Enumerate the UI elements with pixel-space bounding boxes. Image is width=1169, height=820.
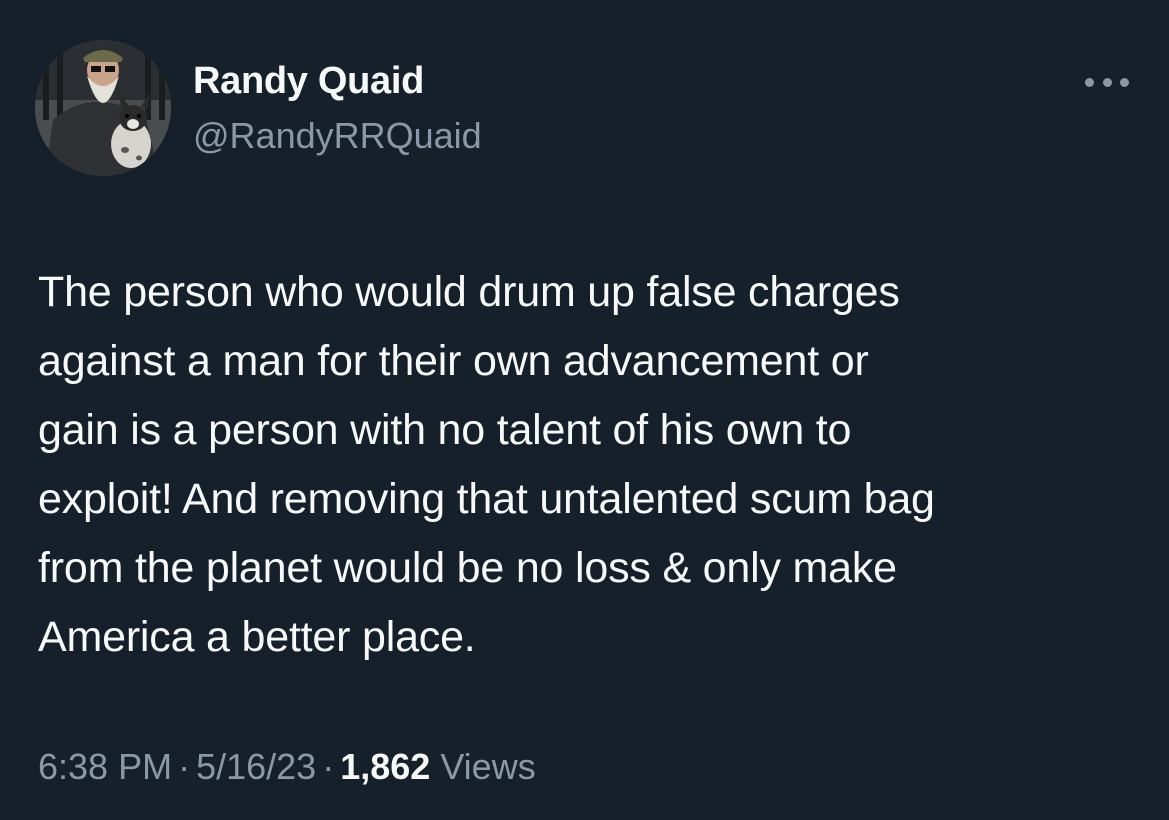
avatar[interactable] [35, 40, 171, 176]
separator: · [322, 746, 335, 787]
tweet-meta: 6:38 PM · 5/16/23 · 1,862 Views [38, 746, 536, 788]
tweet-text-line: from the planet would be no loss & only … [38, 544, 897, 592]
tweet-text-line: gain is a person with no talent of his o… [38, 406, 852, 454]
dot [1120, 77, 1129, 87]
tweet-text-line: exploit! And removing that untalented sc… [38, 475, 935, 523]
more-options-icon[interactable] [1085, 72, 1129, 92]
avatar-photo-icon [35, 40, 171, 176]
tweet-card: Randy Quaid @RandyRRQuaid The person who… [0, 0, 1169, 820]
author-display-name[interactable]: Randy Quaid [193, 60, 424, 103]
views-label: Views [440, 746, 536, 787]
tweet-text-line: America a better place. [38, 613, 476, 661]
tweet-text-line: The person who would drum up false charg… [38, 268, 900, 316]
tweet-text-line: against a man for their own advancement … [38, 337, 869, 385]
tweet-date[interactable]: 5/16/23 [196, 746, 316, 787]
author-handle[interactable]: @RandyRRQuaid [193, 115, 482, 157]
dot [1102, 77, 1112, 87]
tweet-text: The person who would drum up false charg… [38, 258, 1148, 672]
dot [1085, 77, 1094, 87]
separator: · [178, 746, 191, 787]
tweet-time[interactable]: 6:38 PM [38, 746, 172, 787]
views-count[interactable]: 1,862 [340, 746, 430, 787]
